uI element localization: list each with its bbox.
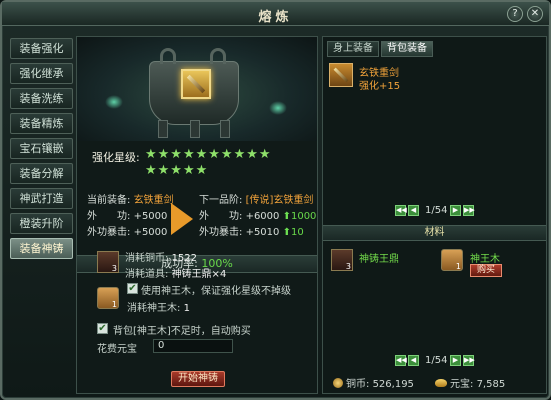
current-equip-name: 玄铁重剑	[133, 195, 174, 206]
bag-page-indicator: 1/54	[425, 205, 448, 216]
title-bar[interactable]: 熔炼 ? ✕	[2, 2, 549, 26]
next-attr1-row: 外 功: +6000 ⬆1000	[199, 207, 316, 222]
close-button[interactable]: ✕	[527, 6, 543, 22]
cost-copper-row: 消耗铜币: 1522	[125, 249, 197, 264]
prev-page-button[interactable]: ◀	[408, 205, 419, 216]
next-page-button[interactable]: ▶	[450, 205, 461, 216]
first-page-button[interactable]: ◀◀	[395, 355, 407, 366]
copper-label: 铜币:	[346, 379, 370, 390]
next-page-button[interactable]: ▶	[450, 355, 461, 366]
star-rating-row2: ★★★★★	[145, 163, 209, 178]
wood-cost-value: 1	[183, 303, 190, 314]
cost-item-label: 消耗道具:	[125, 269, 169, 280]
material-cauldron-icon[interactable]: 3	[331, 249, 353, 271]
start-divine-cast-button[interactable]: 开始神铸	[171, 371, 225, 387]
buy-wood-button[interactable]: 购买	[470, 264, 502, 277]
current-attr2-row: 外功暴击: +5000	[87, 223, 167, 238]
up-arrow-icon: ⬆	[282, 211, 291, 222]
wood-cost-label: 消耗神王木:	[127, 303, 181, 314]
next-attr1-label: 外 功:	[199, 211, 243, 222]
current-attr2-label: 外功暴击:	[87, 227, 131, 238]
copper-balance: 铜币: 526,195	[333, 375, 414, 390]
up-arrow-icon: ⬆	[282, 227, 291, 238]
material-page-indicator: 1/54	[425, 355, 448, 366]
forge-panel: 强化星级: ★★★★★★★★★★ ★★★★★ 当前装备: 玄铁重剑 外 功: +…	[76, 36, 318, 394]
tab-equip-reroll[interactable]: 装备洗练	[10, 88, 73, 109]
next-attr1-value: +6000	[245, 211, 280, 222]
equip-slot-sword-icon[interactable]	[181, 69, 211, 99]
next-attr1-gain: 1000	[290, 211, 317, 222]
last-page-button[interactable]: ▶▶	[463, 355, 475, 366]
material-pager: ◀◀ ◀ 1/54 ▶ ▶▶	[395, 355, 475, 367]
sidebar-tabs: 装备强化 强化继承 装备洗练 装备精炼 宝石镶嵌 装备分解 神武打造 橙装升阶 …	[10, 38, 73, 263]
tab-equip-decompose[interactable]: 装备分解	[10, 163, 73, 184]
next-tier-row: 下一品阶: [传说]玄铁重剑	[199, 191, 313, 206]
next-attr2-gain: 10	[290, 227, 304, 238]
tab-bag-equipment[interactable]: 背包装备	[381, 41, 433, 57]
upgrade-arrow-icon	[171, 203, 193, 235]
next-tier-label: 下一品阶:	[199, 195, 243, 206]
prev-page-button[interactable]: ◀	[408, 355, 419, 366]
next-attr2-row: 外功暴击: +5010 ⬆10	[199, 223, 304, 238]
autobuy-label: 背包[神王木]不足时，自动购买	[113, 326, 251, 337]
current-attr1-row: 外 功: +5000	[87, 207, 167, 222]
copper-coin-icon	[333, 378, 343, 388]
material-wood-icon[interactable]: 1	[441, 249, 463, 271]
wood-item-icon[interactable]: 1	[97, 287, 119, 309]
use-wood-checkbox[interactable]: ✔	[127, 283, 138, 294]
cauldron-item-icon[interactable]: 3	[97, 251, 119, 273]
cost-copper-value: 1522	[171, 253, 198, 264]
yuanbao-label: 元宝:	[450, 379, 474, 390]
tab-equip-refine[interactable]: 装备精炼	[10, 113, 73, 134]
bag-equip-sword-icon[interactable]	[329, 63, 353, 87]
cauldron-item-count: 3	[111, 264, 117, 273]
next-attr2-label: 外功暴击:	[199, 227, 243, 238]
yuanbao-cost-field[interactable]: 0	[153, 339, 233, 353]
current-equip-row: 当前装备: 玄铁重剑	[87, 191, 174, 206]
wood-cost-row: 消耗神王木: 1	[127, 299, 190, 314]
yuanbao-balance: 元宝: 7,585	[435, 375, 505, 390]
forge-window: 熔炼 ? ✕ 装备强化 强化继承 装备洗练 装备精炼 宝石镶嵌 装备分解 神武打…	[0, 0, 551, 400]
star-rating-row1: ★★★★★★★★★★	[145, 147, 272, 162]
help-button[interactable]: ?	[507, 6, 523, 22]
use-wood-label: 使用神王木，保证强化星级不掉级	[141, 286, 291, 297]
material-cauldron-name: 神铸王鼎	[359, 254, 399, 265]
tab-equip-enhance[interactable]: 装备强化	[10, 38, 73, 59]
tab-gem-inlay[interactable]: 宝石镶嵌	[10, 138, 73, 159]
forge-scene-image	[77, 37, 317, 141]
material-cauldron-count: 3	[345, 262, 351, 271]
last-page-button[interactable]: ▶▶	[463, 205, 475, 216]
autobuy-checkbox[interactable]: ✔	[97, 323, 108, 334]
bag-equip-level: 强化+15	[359, 81, 401, 92]
star-level-label: 强化星级:	[92, 151, 140, 164]
window-title: 熔炼	[258, 10, 293, 25]
yuanbao-ingot-icon	[435, 379, 447, 387]
tab-equipped[interactable]: 身上装备	[327, 41, 379, 57]
wood-item-count: 1	[111, 300, 117, 309]
next-tier-name: [传说]玄铁重剑	[245, 195, 314, 206]
tab-orange-upgrade[interactable]: 橙装升阶	[10, 213, 73, 234]
material-wood-name: 神王木	[470, 254, 500, 265]
bag-pager: ◀◀ ◀ 1/54 ▶ ▶▶	[395, 205, 475, 217]
inventory-panel: 身上装备 背包装备 玄铁重剑 强化+15 ◀◀ ◀ 1/54 ▶ ▶▶ 材料 3…	[322, 36, 547, 394]
cost-copper-label: 消耗铜币:	[125, 253, 169, 264]
next-attr2-value: +5010	[245, 227, 280, 238]
tab-divine-forge[interactable]: 神武打造	[10, 188, 73, 209]
copper-value: 526,195	[372, 379, 414, 390]
current-attr1-value: +5000	[133, 211, 168, 222]
current-attr2-value: +5000	[133, 227, 168, 238]
current-equip-label: 当前装备:	[87, 195, 131, 206]
materials-header: 材料	[323, 225, 546, 241]
cost-item-row: 消耗道具: 神铸王鼎×4	[125, 265, 226, 280]
yuanbao-value: 7,585	[476, 379, 506, 390]
yuanbao-cost-label: 花费元宝	[97, 344, 137, 355]
cost-item-value: 神铸王鼎×4	[171, 269, 227, 280]
material-wood-count: 1	[455, 262, 461, 271]
first-page-button[interactable]: ◀◀	[395, 205, 407, 216]
current-attr1-label: 外 功:	[87, 211, 131, 222]
tab-enhance-inherit[interactable]: 强化继承	[10, 63, 73, 84]
tab-equip-divine-cast[interactable]: 装备神铸	[10, 238, 73, 259]
